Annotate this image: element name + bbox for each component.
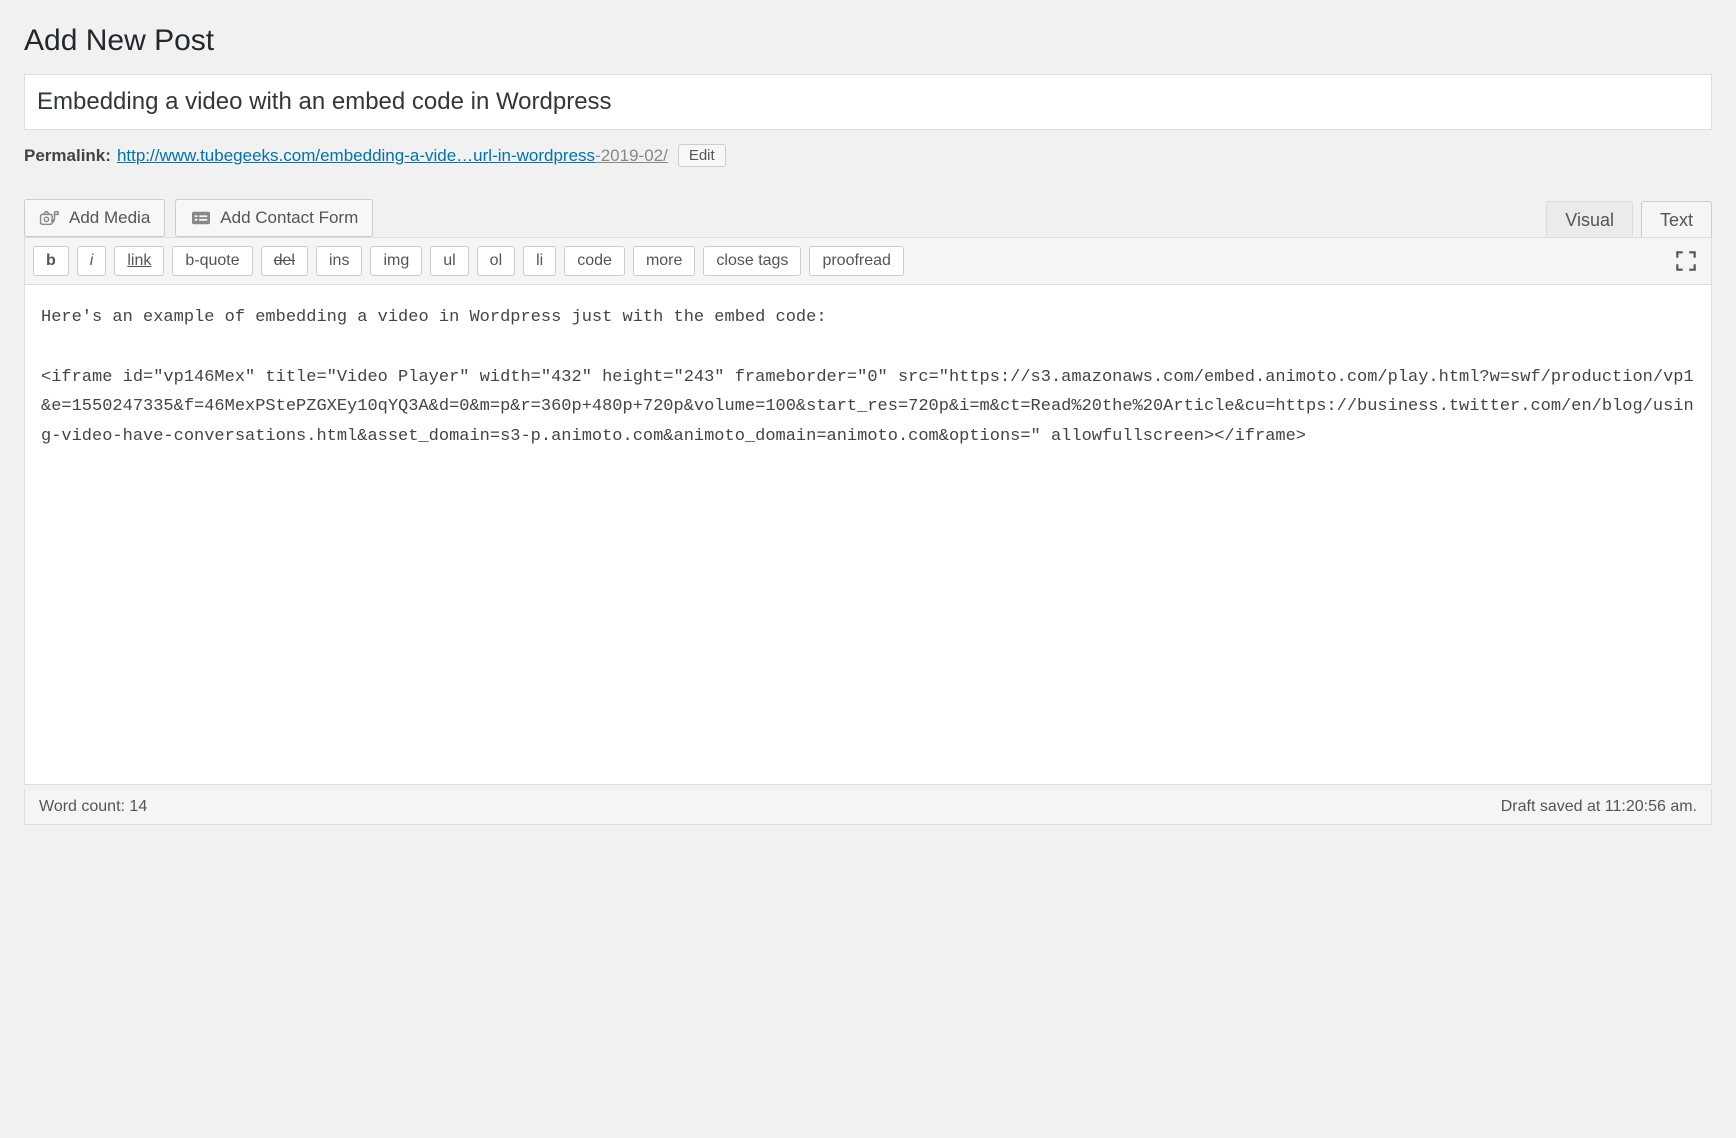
permalink-row: Permalink: http://www.tubegeeks.com/embe…	[24, 144, 1712, 167]
qt-del-button[interactable]: del	[261, 246, 308, 276]
page-title: Add New Post	[24, 24, 1712, 58]
fullscreen-icon[interactable]	[1673, 248, 1699, 274]
permalink-link[interactable]: http://www.tubegeeks.com/embedding-a-vid…	[117, 146, 668, 166]
qt-code-button[interactable]: code	[564, 246, 625, 276]
form-icon	[190, 209, 212, 227]
add-media-label: Add Media	[69, 208, 150, 228]
status-bar: Word count: 14 Draft saved at 11:20:56 a…	[24, 789, 1712, 825]
qt-ul-button[interactable]: ul	[430, 246, 468, 276]
content-textarea[interactable]	[24, 285, 1712, 785]
tab-text[interactable]: Text	[1641, 201, 1712, 237]
qt-li-button[interactable]: li	[523, 246, 556, 276]
permalink-slug: embedding-a-vide…url-in-wordpress	[320, 146, 595, 165]
add-media-button[interactable]: Add Media	[24, 199, 165, 237]
add-contact-form-button[interactable]: Add Contact Form	[175, 199, 373, 237]
permalink-base: http://www.tubegeeks.com/	[117, 146, 320, 165]
word-count: Word count: 14	[39, 798, 147, 816]
edit-permalink-button[interactable]: Edit	[678, 144, 726, 167]
add-contact-form-label: Add Contact Form	[220, 208, 358, 228]
qt-close-tags-button[interactable]: close tags	[703, 246, 801, 276]
editor-tabs: Visual Text	[1546, 201, 1712, 237]
save-status: Draft saved at 11:20:56 am.	[1501, 798, 1697, 816]
camera-music-icon	[39, 209, 61, 227]
qt-italic-button[interactable]: i	[77, 246, 107, 276]
qt-ins-button[interactable]: ins	[316, 246, 362, 276]
post-title-input[interactable]	[24, 74, 1712, 130]
word-count-label: Word count:	[39, 798, 129, 815]
qt-more-button[interactable]: more	[633, 246, 695, 276]
qt-blockquote-button[interactable]: b-quote	[172, 246, 252, 276]
editor-toolbar: b i link b-quote del ins img ul ol li co…	[24, 237, 1712, 285]
qt-ol-button[interactable]: ol	[477, 246, 515, 276]
tab-visual[interactable]: Visual	[1546, 201, 1633, 237]
qt-img-button[interactable]: img	[370, 246, 422, 276]
permalink-label: Permalink:	[24, 146, 111, 166]
qt-link-button[interactable]: link	[114, 246, 164, 276]
qt-proofread-button[interactable]: proofread	[809, 246, 904, 276]
permalink-suffix: -2019-02/	[595, 146, 668, 165]
qt-bold-button[interactable]: b	[33, 246, 69, 276]
word-count-value: 14	[129, 798, 147, 815]
